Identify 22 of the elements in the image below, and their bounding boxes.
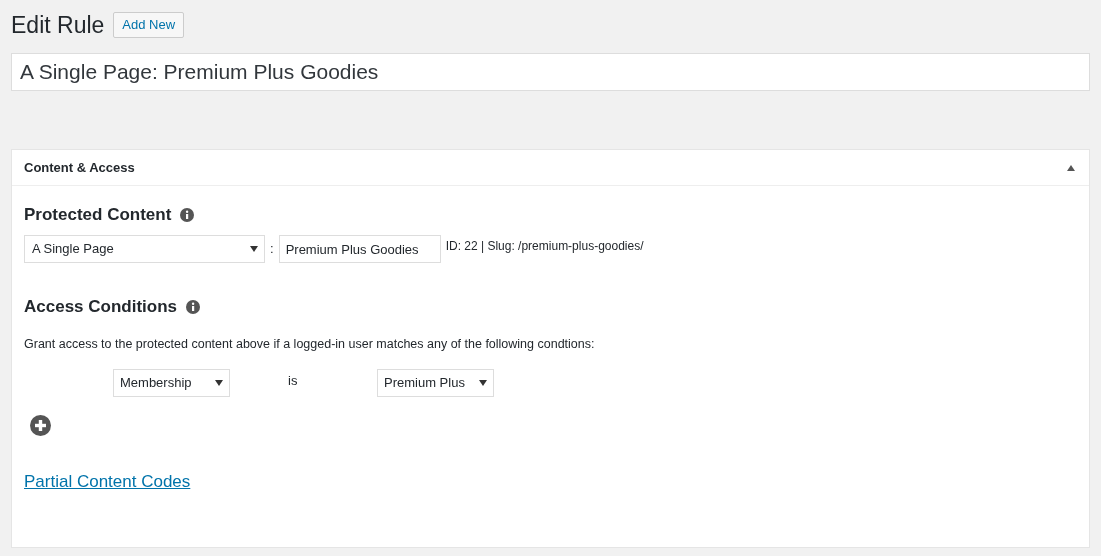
page-meta-text: ID: 22 | Slug: /premium-plus-goodies/ [445, 238, 644, 255]
dropdown-caret-icon [250, 246, 258, 252]
section-heading: Protected Content [24, 204, 172, 227]
access-description: Grant access to the protected content above if a logged-in user matches any of the following condtions: [24, 336, 596, 353]
info-icon[interactable] [186, 300, 201, 314]
add-condition-icon[interactable] [30, 414, 51, 436]
section-heading: Access Conditions [24, 296, 178, 319]
info-icon[interactable] [180, 208, 195, 222]
condition-operator: is [288, 372, 299, 390]
page-field[interactable]: Premium Plus Goodies [278, 235, 441, 263]
title-field[interactable]: A Single Page: Premium Plus Goodies [11, 53, 1090, 91]
condition-value-select[interactable]: Premium Plus [377, 368, 494, 397]
collapse-toggle-icon[interactable] [1066, 163, 1076, 172]
page-title: Edit Rule [11, 11, 105, 40]
partial-content-codes-link[interactable]: Partial Content Codes [24, 468, 191, 495]
add-new-button[interactable]: Add New [113, 12, 185, 38]
dropdown-caret-icon [215, 379, 223, 386]
content-type-select[interactable]: A Single Page [24, 235, 265, 263]
panel-title: Content & Access [24, 158, 135, 177]
separator-colon: : [270, 240, 274, 259]
condition-field-select[interactable]: Membership [113, 368, 230, 397]
dropdown-caret-icon [479, 379, 487, 386]
